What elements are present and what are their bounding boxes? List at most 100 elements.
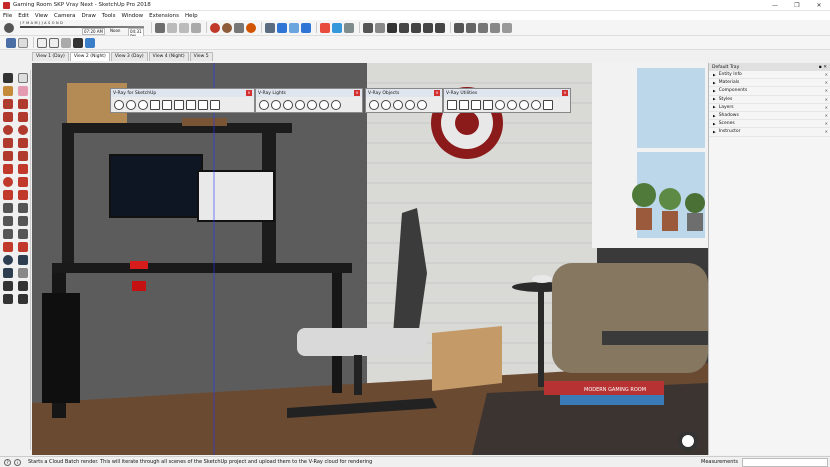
erase-icon[interactable] (191, 22, 201, 33)
scene-tab-view4[interactable]: View 4 (Night) (148, 52, 189, 61)
make-component-icon[interactable] (17, 73, 28, 83)
move-icon[interactable] (265, 22, 275, 33)
close-icon[interactable]: × (562, 90, 568, 96)
utilities-extra-icon[interactable] (543, 99, 553, 110)
tray-instructor[interactable]: ▶ Instructor ✕ (709, 128, 830, 137)
right-view-icon[interactable] (411, 22, 421, 33)
back-edges-icon[interactable] (18, 37, 28, 48)
textured-style-icon[interactable] (73, 37, 83, 48)
menu-tools[interactable]: Tools (102, 13, 116, 19)
geo-location-icon[interactable]: ? (4, 458, 11, 466)
eraser-icon[interactable] (17, 86, 28, 96)
rotated-rectangle-icon[interactable] (17, 112, 28, 122)
freehand-icon[interactable] (17, 99, 28, 109)
circle-icon[interactable] (2, 125, 13, 135)
tray-styles[interactable]: ▶ Styles ✕ (709, 96, 830, 104)
wireframe-icon[interactable] (454, 22, 464, 33)
ies-light-icon[interactable] (295, 99, 305, 110)
tray-shadows[interactable]: ▶ Shadows ✕ (709, 112, 830, 121)
orbit-icon[interactable] (277, 22, 287, 33)
close-icon[interactable]: ✕ (825, 113, 828, 118)
shaded-icon[interactable] (478, 22, 488, 33)
shadow-time-start[interactable]: 07:20 AM (82, 28, 105, 35)
rotate-icon[interactable] (2, 177, 13, 187)
three-point-arc-icon[interactable] (2, 151, 13, 161)
standard-view-icon[interactable] (155, 22, 165, 33)
tray-close-icon[interactable]: ▪ ✕ (819, 65, 827, 70)
close-icon[interactable]: ✕ (825, 121, 828, 126)
3d-text-icon[interactable] (17, 229, 28, 239)
look-around-icon[interactable] (17, 281, 28, 291)
vray-render-icon[interactable] (114, 99, 124, 110)
minimize-button[interactable]: — (764, 0, 786, 11)
pan-icon[interactable] (289, 22, 299, 33)
ruby-icon[interactable] (246, 22, 256, 33)
tape-measure-icon[interactable] (2, 203, 13, 213)
credits-icon[interactable]: i (14, 458, 21, 466)
sphere-light-icon[interactable] (271, 99, 281, 110)
xray-style-icon[interactable] (6, 37, 16, 48)
close-icon[interactable]: ✕ (825, 80, 828, 85)
vray-batch-icon[interactable] (150, 99, 160, 110)
close-icon[interactable]: × (434, 90, 440, 96)
menu-edit[interactable]: Edit (18, 13, 29, 19)
camera-icon[interactable] (495, 99, 505, 110)
menu-camera[interactable]: Camera (54, 13, 76, 19)
close-icon[interactable]: ✕ (825, 105, 828, 110)
proxy-import-icon[interactable] (381, 99, 391, 110)
paint-bucket-icon[interactable] (2, 86, 13, 96)
environment-icon[interactable] (519, 99, 529, 110)
mesh-light-icon[interactable] (331, 99, 341, 110)
fur-icon[interactable] (405, 99, 415, 110)
vray-settings-icon[interactable] (210, 99, 220, 110)
close-button[interactable]: ✕ (808, 0, 830, 11)
dome-light-icon[interactable] (319, 99, 329, 110)
measurements-input[interactable] (742, 458, 828, 467)
back-view-icon[interactable] (423, 22, 433, 33)
pick-focus-icon[interactable] (459, 99, 469, 110)
close-icon[interactable]: ✕ (825, 129, 828, 134)
extension-icon[interactable] (222, 22, 232, 33)
redo-icon[interactable] (179, 22, 189, 33)
push-pull-icon[interactable] (17, 164, 28, 174)
components-icon[interactable] (375, 22, 385, 33)
line-icon[interactable] (2, 99, 13, 109)
model-viewport[interactable]: MODERN GAMING ROOM (32, 63, 708, 455)
maximize-button[interactable]: ❐ (786, 0, 808, 11)
spot-light-icon[interactable] (283, 99, 293, 110)
wire-style-icon[interactable] (37, 37, 47, 48)
walk-icon[interactable] (2, 294, 13, 304)
menu-file[interactable]: File (3, 13, 12, 19)
tray-layers[interactable]: ▶ Layers ✕ (709, 104, 830, 112)
denoiser-icon[interactable] (531, 99, 541, 110)
tray-materials[interactable]: ▶ Materials ✕ (709, 79, 830, 88)
proxy-export-icon[interactable] (393, 99, 403, 110)
text-icon[interactable] (17, 216, 28, 226)
monochrome-icon[interactable] (502, 22, 512, 33)
pie-icon[interactable] (17, 151, 28, 161)
polygon-icon[interactable] (17, 125, 28, 135)
vray-cloud-batch-icon[interactable] (198, 99, 208, 110)
infinite-plane-icon[interactable] (369, 99, 379, 110)
close-icon[interactable]: × (246, 90, 252, 96)
mono-style-icon[interactable] (85, 37, 95, 48)
tray-components[interactable]: ▶ Components ✕ (709, 87, 830, 96)
vray-lister-icon[interactable] (186, 99, 196, 110)
menu-window[interactable]: Window (121, 13, 143, 19)
scene-tab-view1[interactable]: View 1 (Day) (32, 52, 69, 61)
top-view-icon[interactable] (387, 22, 397, 33)
iso-view-icon[interactable] (332, 22, 342, 33)
axes-icon[interactable] (2, 229, 13, 239)
mesh-clipper-icon[interactable] (417, 99, 427, 110)
close-icon[interactable]: ✕ (825, 97, 828, 102)
two-point-arc-icon[interactable] (17, 138, 28, 148)
box-view-icon[interactable] (344, 22, 354, 33)
close-icon[interactable]: × (354, 90, 360, 96)
orbit-tool-icon[interactable] (2, 242, 13, 252)
select-icon[interactable] (2, 73, 13, 83)
protractor-icon[interactable] (2, 216, 13, 226)
vray-asset-editor-icon[interactable] (162, 99, 172, 110)
pack-project-icon[interactable] (483, 99, 493, 110)
section-icon[interactable] (320, 22, 330, 33)
arc-icon[interactable] (2, 138, 13, 148)
